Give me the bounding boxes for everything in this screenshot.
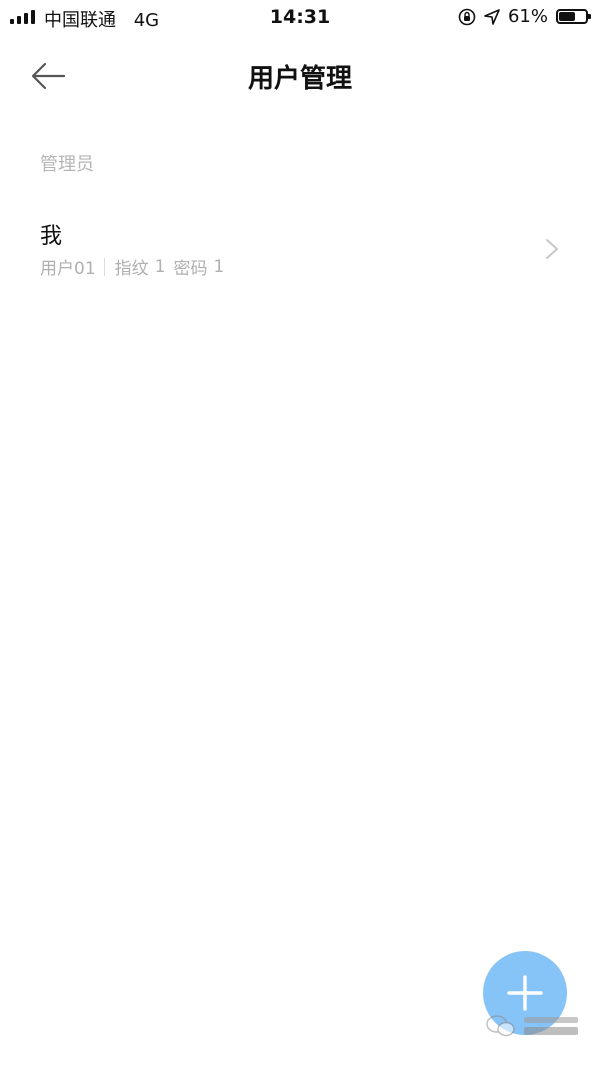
user-meta: 用户01 指纹 1 密码 1 xyxy=(40,254,225,280)
password-count: 1 xyxy=(213,256,225,277)
location-arrow-icon xyxy=(484,8,500,25)
orientation-lock-icon xyxy=(458,8,476,25)
fingerprint-label: 指纹 xyxy=(114,259,149,279)
fingerprint-count: 1 xyxy=(154,256,166,277)
section-header-admin: 管理员 xyxy=(40,154,94,175)
status-indicators: 61% xyxy=(458,6,591,27)
battery-level xyxy=(559,12,575,21)
password-label: 密码 xyxy=(173,259,208,279)
wechat-icon xyxy=(486,1015,515,1037)
page-title: 用户管理 xyxy=(247,64,352,94)
chevron-right-icon xyxy=(546,239,558,259)
watermark-logo xyxy=(486,1014,580,1038)
user-name: 我 xyxy=(40,224,63,249)
user-management-screen: 中国联通 4G 14:31 61% 用户管理 管理员 我 用户01 指纹 1 密… xyxy=(0,0,600,1067)
battery-icon xyxy=(556,9,591,24)
meta-divider xyxy=(103,257,105,276)
battery-percent: 61% xyxy=(507,6,548,27)
status-bar: 中国联通 4G 14:31 61% xyxy=(0,0,600,34)
navigation-bar: 用户管理 xyxy=(0,44,600,108)
watermark-text-mark xyxy=(524,1017,578,1035)
plus-icon xyxy=(507,975,543,1011)
user-id: 用户01 xyxy=(40,259,96,279)
user-list-item[interactable]: 我 用户01 指纹 1 密码 1 xyxy=(0,200,600,292)
